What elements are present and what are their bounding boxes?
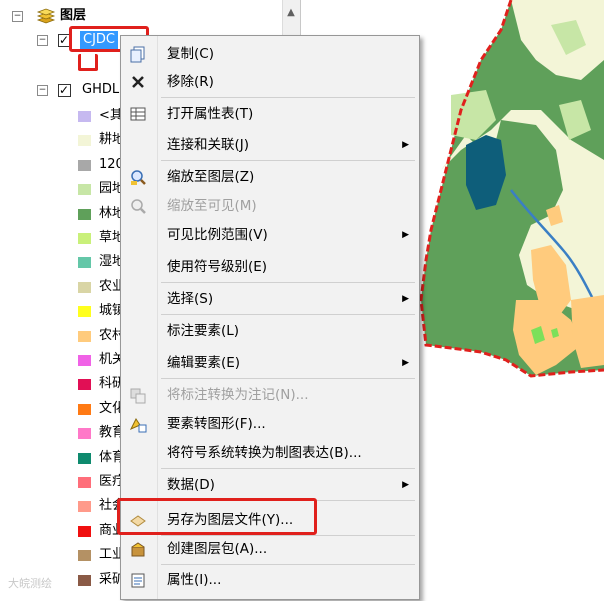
submenu-arrow-icon: ▶: [402, 294, 409, 304]
menu-item-label: 将符号系统转换为制图表达(B)...: [167, 445, 362, 461]
menu-item-label: 缩放至图层(Z): [167, 169, 255, 185]
legend-swatch[interactable]: [78, 208, 91, 220]
menu-item-label: 创建图层包(A)...: [167, 541, 268, 557]
collapse-icon[interactable]: −: [37, 35, 48, 46]
scroll-up-icon[interactable]: ▲: [286, 8, 296, 18]
legend-swatch[interactable]: [78, 550, 91, 562]
legend-swatch[interactable]: [78, 379, 91, 391]
menu-separator: [161, 160, 415, 161]
legend-swatch[interactable]: [78, 330, 91, 342]
legend-swatch[interactable]: [78, 135, 91, 147]
submenu-arrow-icon: ▶: [402, 230, 409, 240]
menu-item-label: 移除(R): [167, 74, 214, 90]
legend-swatch[interactable]: [78, 184, 91, 196]
menu-item[interactable]: 将符号系统转换为制图表达(B)...: [121, 440, 419, 466]
table-icon: [130, 107, 146, 121]
submenu-arrow-icon: ▶: [402, 140, 409, 150]
symbol-swatch-highlighted: [78, 54, 98, 71]
menu-item[interactable]: 使用符号级别(E): [121, 254, 419, 280]
legend-swatch[interactable]: [78, 403, 91, 415]
menu-item-label: 属性(I)...: [167, 572, 222, 588]
menu-item-label: 连接和关联(J): [167, 137, 250, 153]
legend-swatch[interactable]: [78, 452, 91, 464]
menu-item-label: 复制(C): [167, 46, 214, 62]
legend-swatch[interactable]: [78, 111, 91, 122]
menu-separator: [161, 282, 415, 283]
menu-item[interactable]: 属性(I)...: [121, 567, 419, 593]
properties-icon: [131, 573, 145, 588]
menu-item-label: 编辑要素(E): [167, 355, 241, 371]
menu-item[interactable]: 复制(C): [121, 41, 419, 67]
legend-swatch[interactable]: [78, 355, 91, 366]
menu-item[interactable]: 标注要素(L): [121, 318, 419, 344]
features-to-graphics-icon: [129, 418, 147, 433]
legend-swatch[interactable]: [78, 159, 91, 171]
legend-swatch[interactable]: [78, 574, 91, 586]
submenu-arrow-icon: ▶: [402, 358, 409, 368]
legend-swatch[interactable]: [78, 306, 91, 318]
menu-item[interactable]: 数据(D) ▶: [121, 472, 419, 498]
menu-separator: [161, 564, 415, 565]
menu-separator: [161, 97, 415, 98]
menu-item-label: 将标注转换为注记(N)...: [167, 387, 309, 403]
menu-item: 缩放至可见(M): [121, 193, 419, 219]
legend-swatch[interactable]: [78, 501, 91, 513]
menu-item[interactable]: 打开属性表(T): [121, 101, 419, 127]
menu-item[interactable]: 移除(R): [121, 69, 419, 95]
legend-swatch[interactable]: [78, 257, 91, 269]
legend-swatch[interactable]: [78, 428, 91, 440]
menu-item[interactable]: 连接和关联(J) ▶: [121, 132, 419, 158]
layer-visibility-checkbox[interactable]: [58, 80, 71, 100]
collapse-icon[interactable]: −: [37, 85, 48, 96]
menu-separator: [161, 378, 415, 379]
layers-icon: [36, 8, 56, 24]
menu-item-label: 缩放至可见(M): [167, 198, 257, 214]
zoom-layer-icon: [131, 170, 146, 185]
legend-swatch[interactable]: [78, 233, 91, 244]
menu-item: 将标注转换为注记(N)...: [121, 382, 419, 408]
watermark: 大皖测绘: [8, 577, 52, 590]
menu-item[interactable]: 选择(S) ▶: [121, 286, 419, 312]
layers-root-label: 图层: [60, 8, 87, 23]
menu-separator: [161, 314, 415, 315]
collapse-icon[interactable]: −: [12, 11, 23, 22]
remove-icon: [132, 76, 144, 88]
copy-icon: [130, 46, 145, 63]
highlight-box-menu-item: [117, 498, 317, 535]
menu-item-label: 标注要素(L): [167, 323, 240, 339]
zoom-visible-icon: [131, 199, 146, 214]
menu-item-label: 使用符号级别(E): [167, 259, 268, 275]
submenu-arrow-icon: ▶: [402, 480, 409, 490]
layers-root[interactable]: − 图层: [6, 6, 286, 26]
menu-item-label: 要素转图形(F)...: [167, 416, 266, 432]
menu-item-label: 可见比例范围(V): [167, 227, 268, 243]
convert-annotation-icon: [130, 388, 146, 404]
layer-package-icon: [131, 542, 145, 557]
menu-item-label: 数据(D): [167, 477, 215, 493]
legend-swatch[interactable]: [78, 525, 91, 537]
menu-separator: [161, 468, 415, 469]
menu-item-label: 打开属性表(T): [167, 106, 254, 122]
menu-item-label: 选择(S): [167, 291, 214, 307]
menu-item[interactable]: 可见比例范围(V) ▶: [121, 222, 419, 248]
menu-item[interactable]: 创建图层包(A)...: [121, 536, 419, 562]
legend-swatch[interactable]: [78, 477, 91, 488]
layer-name[interactable]: GHDL: [82, 80, 119, 100]
menu-item[interactable]: 缩放至图层(Z): [121, 164, 419, 190]
menu-item[interactable]: 要素转图形(F)...: [121, 411, 419, 437]
menu-item[interactable]: 编辑要素(E) ▶: [121, 350, 419, 376]
legend-swatch[interactable]: [78, 281, 91, 293]
